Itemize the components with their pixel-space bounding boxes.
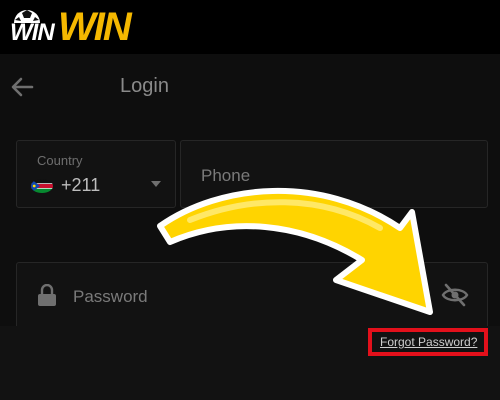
south-sudan-flag-icon bbox=[31, 179, 53, 193]
top-bar: WIN WIN bbox=[0, 0, 500, 54]
forgot-password-link[interactable]: Forgot Password? bbox=[380, 335, 477, 349]
annotation-arrow bbox=[157, 187, 433, 315]
brand-logo-text-white: WIN bbox=[10, 19, 55, 46]
arrow-left-icon[interactable] bbox=[10, 76, 34, 98]
page-title: Login bbox=[120, 75, 169, 97]
password-placeholder: Password bbox=[73, 287, 148, 306]
lock-icon bbox=[38, 284, 56, 306]
country-label: Country bbox=[37, 153, 83, 168]
country-code: +211 bbox=[61, 175, 101, 195]
brand-logo-text-gold: WIN bbox=[58, 5, 132, 49]
brand-logo[interactable]: WIN WIN bbox=[6, 4, 146, 50]
